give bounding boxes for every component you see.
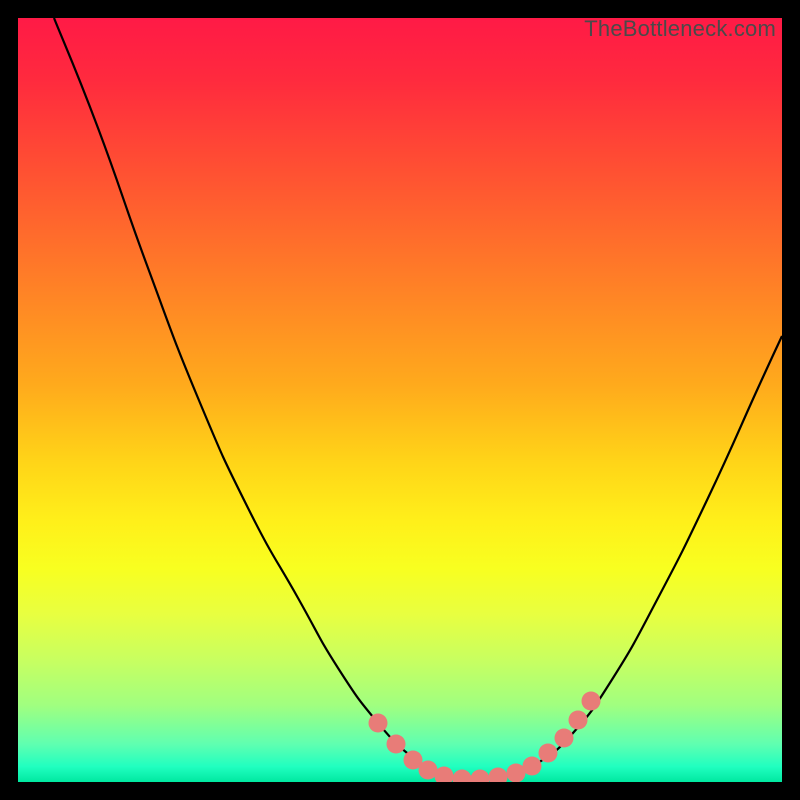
- marker-dot: [369, 714, 388, 733]
- chart-svg: [18, 18, 782, 782]
- marker-dot: [569, 711, 588, 730]
- marker-dot: [453, 770, 472, 783]
- chart-frame: TheBottleneck.com: [0, 0, 800, 800]
- marker-dot: [539, 744, 558, 763]
- marker-dot: [555, 729, 574, 748]
- marker-dot: [582, 692, 601, 711]
- marker-dot: [523, 757, 542, 776]
- marker-dot: [489, 768, 508, 783]
- marker-dot: [471, 770, 490, 783]
- marker-dot: [387, 735, 406, 754]
- chart-plot-area: TheBottleneck.com: [18, 18, 782, 782]
- marker-group: [369, 692, 601, 783]
- curve-line: [54, 18, 782, 780]
